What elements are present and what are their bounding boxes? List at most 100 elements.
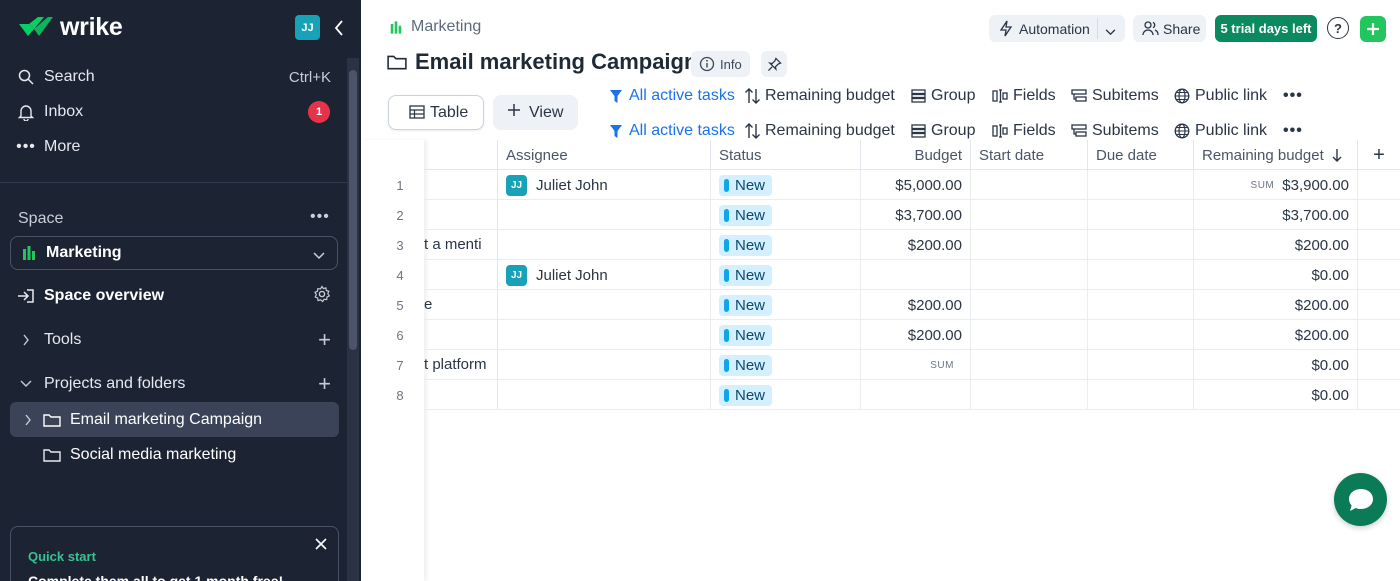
start-date-cell[interactable] <box>971 260 1088 290</box>
fields-button[interactable]: Fields <box>991 84 1056 108</box>
assignee-cell[interactable] <box>498 320 711 350</box>
start-date-cell[interactable] <box>971 200 1088 230</box>
column-header-start-date[interactable]: Start date <box>971 140 1088 170</box>
task-title-cell[interactable]: e <box>424 290 498 320</box>
close-icon[interactable] <box>312 535 330 553</box>
assignee-cell[interactable] <box>498 200 711 230</box>
user-avatar[interactable]: JJ <box>295 15 320 40</box>
add-view-button[interactable]: View <box>493 95 578 130</box>
chat-button[interactable] <box>1334 473 1387 526</box>
task-title-cell[interactable] <box>424 260 498 290</box>
sort-remaining-budget[interactable]: Remaining budget <box>743 84 895 108</box>
task-title-cell[interactable] <box>424 320 498 350</box>
sidebar-inbox[interactable]: Inbox 1 <box>0 96 347 128</box>
add-tool-plus-icon[interactable]: + <box>318 327 331 353</box>
space-selector[interactable]: Marketing <box>10 236 338 270</box>
more-options-icon[interactable]: ••• <box>1283 84 1303 108</box>
folder-item-social-media[interactable]: Social media marketing <box>0 439 347 471</box>
budget-cell[interactable] <box>861 380 971 410</box>
tab-table[interactable]: Table <box>388 95 484 130</box>
sidebar-more[interactable]: ••• More <box>0 131 347 163</box>
due-date-cell[interactable] <box>1088 350 1194 380</box>
status-badge[interactable]: New <box>719 234 773 256</box>
table-row[interactable]: JJ Juliet John New $0.00 <box>361 260 1400 290</box>
budget-cell[interactable] <box>861 260 971 290</box>
budget-cell[interactable]: $200.00 <box>861 290 971 320</box>
status-cell[interactable]: New <box>711 260 861 290</box>
status-badge[interactable]: New <box>719 264 773 286</box>
status-badge[interactable]: New <box>719 324 773 346</box>
page-title-text[interactable]: Email marketing Campaign <box>415 49 697 75</box>
status-cell[interactable]: New <box>711 290 861 320</box>
status-cell[interactable]: New <box>711 380 861 410</box>
status-badge[interactable]: New <box>719 174 773 196</box>
column-header-budget[interactable]: Budget <box>861 140 971 170</box>
remaining-budget-cell[interactable]: $200.00 <box>1194 320 1358 350</box>
column-header-assignee[interactable]: Assignee <box>498 140 711 170</box>
due-date-cell[interactable] <box>1088 290 1194 320</box>
table-row[interactable]: New $200.00 $200.00 <box>361 290 1400 320</box>
assignee-cell[interactable]: JJ Juliet John <box>498 170 711 200</box>
start-date-cell[interactable] <box>971 320 1088 350</box>
budget-cell[interactable]: $200.00 <box>861 230 971 260</box>
column-header-status[interactable]: Status <box>711 140 861 170</box>
task-title-cell[interactable] <box>424 200 498 230</box>
pin-button[interactable] <box>761 51 787 77</box>
status-cell[interactable]: New <box>711 170 861 200</box>
column-header-title[interactable] <box>424 140 498 170</box>
budget-cell[interactable]: $5,000.00 <box>861 170 971 200</box>
folder-item-email-marketing[interactable]: Email marketing Campaign <box>0 404 347 436</box>
sidebar-projects-folders[interactable]: Projects and folders + <box>0 368 347 400</box>
start-date-cell[interactable] <box>971 350 1088 380</box>
automation-button[interactable]: Automation <box>989 15 1125 42</box>
budget-cell[interactable]: $200.00 <box>861 320 971 350</box>
task-title-cell[interactable] <box>424 170 498 200</box>
start-date-cell[interactable] <box>971 290 1088 320</box>
status-cell[interactable]: New <box>711 350 861 380</box>
add-item-button[interactable] <box>1360 16 1386 42</box>
due-date-cell[interactable] <box>1088 260 1194 290</box>
column-header-remaining-budget[interactable]: Remaining budget <box>1194 140 1358 170</box>
wrike-logo[interactable]: wrike <box>18 12 123 42</box>
due-date-cell[interactable] <box>1088 230 1194 260</box>
status-badge[interactable]: New <box>719 294 773 316</box>
assignee-cell[interactable] <box>498 380 711 410</box>
due-date-cell[interactable] <box>1088 320 1194 350</box>
sidebar-space-overview[interactable]: Space overview <box>0 280 347 312</box>
breadcrumb[interactable]: Marketing <box>389 18 481 36</box>
filter-all-active-tasks[interactable]: All active tasks <box>607 84 735 108</box>
start-date-cell[interactable] <box>971 170 1088 200</box>
due-date-cell[interactable] <box>1088 170 1194 200</box>
start-date-cell[interactable] <box>971 380 1088 410</box>
status-cell[interactable]: New <box>711 230 861 260</box>
sidebar-search[interactable]: Search Ctrl+K <box>0 61 347 93</box>
add-column-plus-icon[interactable]: + <box>1358 140 1400 170</box>
space-more-button[interactable]: ••• <box>310 208 330 226</box>
remaining-budget-cell[interactable]: $200.00 <box>1194 290 1358 320</box>
status-badge[interactable]: New <box>719 204 773 226</box>
status-badge[interactable]: New <box>719 354 773 376</box>
public-link-button[interactable]: Public link <box>1173 84 1267 108</box>
info-button[interactable]: Info <box>691 51 750 77</box>
table-row[interactable]: New $3,700.00 $3,700.00 <box>361 200 1400 230</box>
gear-icon[interactable] <box>313 285 331 307</box>
share-button[interactable]: Share <box>1133 15 1206 42</box>
column-header-due-date[interactable]: Due date <box>1088 140 1194 170</box>
remaining-budget-cell[interactable]: SUM $3,900.00 <box>1194 170 1358 200</box>
remaining-budget-cell[interactable]: $3,700.00 <box>1194 200 1358 230</box>
trial-days-button[interactable]: 5 trial days left <box>1215 15 1317 42</box>
remaining-budget-cell[interactable]: $0.00 <box>1194 350 1358 380</box>
table-row[interactable]: New $0.00 <box>361 380 1400 410</box>
table-row[interactable]: New $200.00 $200.00 <box>361 320 1400 350</box>
remaining-budget-cell[interactable]: $200.00 <box>1194 230 1358 260</box>
assignee-cell[interactable] <box>498 290 711 320</box>
status-badge[interactable]: New <box>719 384 773 406</box>
assignee-cell[interactable] <box>498 350 711 380</box>
collapse-sidebar-button[interactable] <box>330 14 348 42</box>
task-title-cell[interactable] <box>424 380 498 410</box>
status-cell[interactable]: New <box>711 200 861 230</box>
task-title-cell[interactable]: t a menti <box>424 230 498 260</box>
status-cell[interactable]: New <box>711 320 861 350</box>
assignee-cell[interactable]: JJ Juliet John <box>498 260 711 290</box>
sidebar-tools[interactable]: Tools + <box>0 324 347 356</box>
